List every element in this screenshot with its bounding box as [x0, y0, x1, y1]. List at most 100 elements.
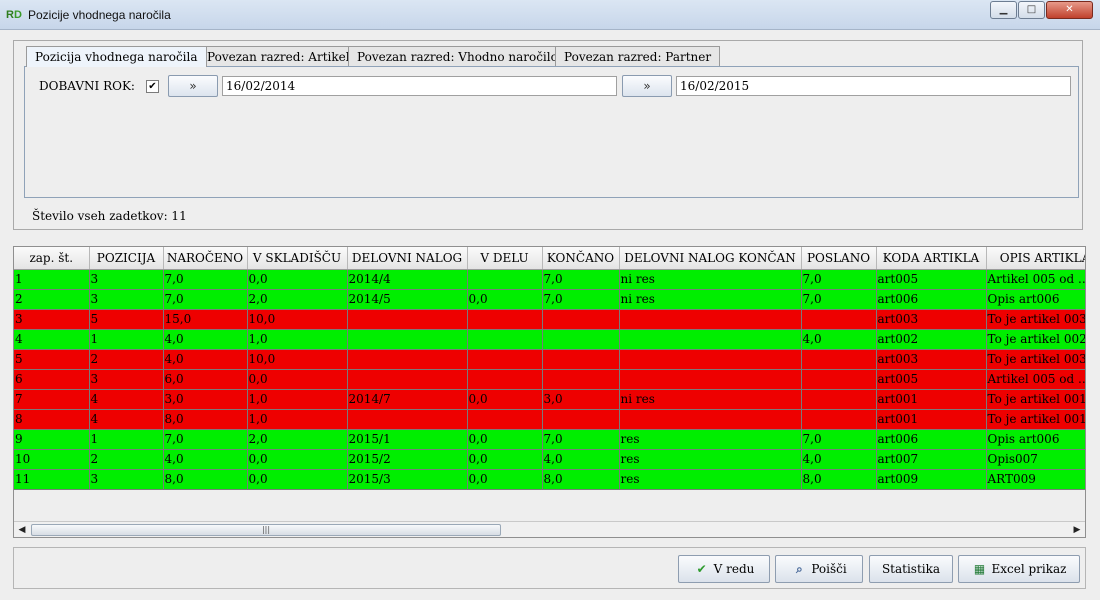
table-cell[interactable]: 6,0 — [163, 369, 248, 390]
table-row[interactable]: 2 3 7,0 2,0 2014/5 0,0 7,0 ni res 7,0 art006 Opis … — [14, 289, 1085, 310]
table-cell[interactable]: To je artikel 003 — [986, 349, 1085, 370]
column-header[interactable]: zap. št. — [14, 247, 90, 270]
table-cell[interactable]: ni res — [619, 289, 802, 310]
table-cell[interactable]: 8,0 — [163, 469, 248, 490]
search-button[interactable]: ⌕ Poišči — [775, 555, 863, 583]
date-from-input[interactable] — [222, 76, 617, 96]
table-cell[interactable] — [542, 349, 620, 370]
table-cell[interactable]: 0,0 — [467, 449, 543, 470]
table-cell[interactable]: 4 — [89, 389, 164, 410]
table-cell[interactable]: 2014/7 — [347, 389, 468, 410]
table-cell[interactable]: res — [619, 429, 802, 450]
table-cell[interactable]: 2 — [89, 349, 164, 370]
table-cell[interactable] — [467, 409, 543, 430]
table-cell[interactable]: art001 — [876, 389, 987, 410]
tab-pozicija[interactable]: Pozicija vhodnega naročila — [26, 46, 207, 67]
table-row[interactable]: 6 3 6,0 0,0 art005 Artikel 005 od ... — [14, 369, 1085, 390]
tab-partner[interactable]: Povezan razred: Partner — [555, 46, 721, 66]
table-cell[interactable] — [619, 409, 802, 430]
table-cell[interactable]: 7,0 — [542, 289, 620, 310]
table-cell[interactable] — [801, 309, 877, 330]
table-cell[interactable]: 2 — [89, 449, 164, 470]
excel-button[interactable]: ▦ Excel prikaz — [958, 555, 1080, 583]
table-cell[interactable]: 8,0 — [542, 469, 620, 490]
table-cell[interactable]: 4,0 — [163, 329, 248, 350]
table-cell[interactable]: art009 — [876, 469, 987, 490]
table-cell[interactable]: 1 — [14, 269, 90, 290]
table-cell[interactable]: art003 — [876, 309, 987, 330]
table-cell[interactable]: 2015/3 — [347, 469, 468, 490]
table-cell[interactable]: 3 — [89, 469, 164, 490]
table-cell[interactable] — [619, 329, 802, 350]
column-header[interactable]: V DELU — [467, 247, 543, 270]
table-row[interactable]: 4 1 4,0 1,0 4,0 art002 To je artikel 002 — [14, 329, 1085, 350]
table-cell[interactable]: To je artikel 001 — [986, 389, 1085, 410]
table-cell[interactable]: 7,0 — [542, 269, 620, 290]
table-cell[interactable]: ni res — [619, 389, 802, 410]
column-header[interactable]: POZICIJA — [89, 247, 164, 270]
table-cell[interactable] — [347, 409, 468, 430]
table-cell[interactable]: 7 — [14, 389, 90, 410]
table-cell[interactable]: 0,0 — [467, 289, 543, 310]
table-cell[interactable]: 2015/2 — [347, 449, 468, 470]
table-cell[interactable]: 7,0 — [801, 289, 877, 310]
table-cell[interactable] — [542, 329, 620, 350]
table-cell[interactable]: To je artikel 001 — [986, 409, 1085, 430]
table-cell[interactable] — [467, 309, 543, 330]
table-cell[interactable]: 7,0 — [163, 269, 248, 290]
scroll-right-icon[interactable]: ▶ — [1069, 523, 1085, 537]
table-cell[interactable]: 3 — [89, 269, 164, 290]
table-cell[interactable]: 1 — [89, 329, 164, 350]
table-cell[interactable]: Artikel 005 od ... — [986, 269, 1085, 290]
scroll-left-icon[interactable]: ◀ — [14, 523, 30, 537]
table-cell[interactable]: 0,0 — [247, 269, 348, 290]
table-cell[interactable]: 2,0 — [247, 429, 348, 450]
table-cell[interactable] — [801, 349, 877, 370]
date-to-input[interactable] — [676, 76, 1071, 96]
table-cell[interactable]: art005 — [876, 369, 987, 390]
table-cell[interactable]: art005 — [876, 269, 987, 290]
table-cell[interactable] — [542, 309, 620, 330]
table-cell[interactable]: Opis007 — [986, 449, 1085, 470]
table-cell[interactable]: To je artikel 002 — [986, 329, 1085, 350]
table-cell[interactable]: 0,0 — [467, 389, 543, 410]
table-cell[interactable]: 1,0 — [247, 329, 348, 350]
column-header[interactable]: DELOVNI NALOG KONČAN — [619, 247, 802, 270]
table-cell[interactable]: 8,0 — [801, 469, 877, 490]
table-cell[interactable]: 15,0 — [163, 309, 248, 330]
table-cell[interactable]: res — [619, 469, 802, 490]
table-cell[interactable]: Opis art006 — [986, 289, 1085, 310]
table-cell[interactable]: 10,0 — [247, 349, 348, 370]
table-cell[interactable] — [619, 369, 802, 390]
date-to-operator-button[interactable]: » — [622, 75, 672, 97]
table-row[interactable]: 9 1 7,0 2,0 2015/1 0,0 7,0 res 7,0 art006 Opis art… — [14, 429, 1085, 450]
table-cell[interactable]: 0,0 — [247, 449, 348, 470]
table-cell[interactable] — [347, 349, 468, 370]
table-cell[interactable] — [801, 409, 877, 430]
tab-vhodno-narocilo[interactable]: Povezan razred: Vhodno naročilo — [348, 46, 567, 66]
column-header[interactable]: OPIS ARTIKLA — [986, 247, 1085, 270]
table-cell[interactable]: 7,0 — [163, 429, 248, 450]
table-cell[interactable] — [619, 309, 802, 330]
table-cell[interactable]: 4 — [89, 409, 164, 430]
table-row[interactable]: 5 2 4,0 10,0 art003 To je artikel 003 — [14, 349, 1085, 370]
table-cell[interactable] — [347, 369, 468, 390]
table-cell[interactable]: 3 — [89, 369, 164, 390]
table-cell[interactable]: ART009 — [986, 469, 1085, 490]
date-from-operator-button[interactable]: » — [168, 75, 218, 97]
table-cell[interactable]: 10 — [14, 449, 90, 470]
table-cell[interactable]: 1,0 — [247, 409, 348, 430]
table-cell[interactable] — [467, 329, 543, 350]
table-cell[interactable]: 4,0 — [801, 329, 877, 350]
table-cell[interactable]: art003 — [876, 349, 987, 370]
table-cell[interactable]: 10,0 — [247, 309, 348, 330]
table-cell[interactable]: 8 — [14, 409, 90, 430]
table-cell[interactable]: 2015/1 — [347, 429, 468, 450]
table-cell[interactable]: 4,0 — [542, 449, 620, 470]
table-row[interactable]: 10 2 4,0 0,0 2015/2 0,0 4,0 res 4,0 art007 Opis007 — [14, 449, 1085, 470]
table-cell[interactable] — [347, 329, 468, 350]
table-cell[interactable]: 7,0 — [801, 269, 877, 290]
table-row[interactable]: 1 3 7,0 0,0 2014/4 7,0 ni res 7,0 art005 Artikel … — [14, 269, 1085, 290]
table-cell[interactable]: 2014/5 — [347, 289, 468, 310]
tab-artikel[interactable]: Povezan razred: Artikel — [198, 46, 359, 66]
